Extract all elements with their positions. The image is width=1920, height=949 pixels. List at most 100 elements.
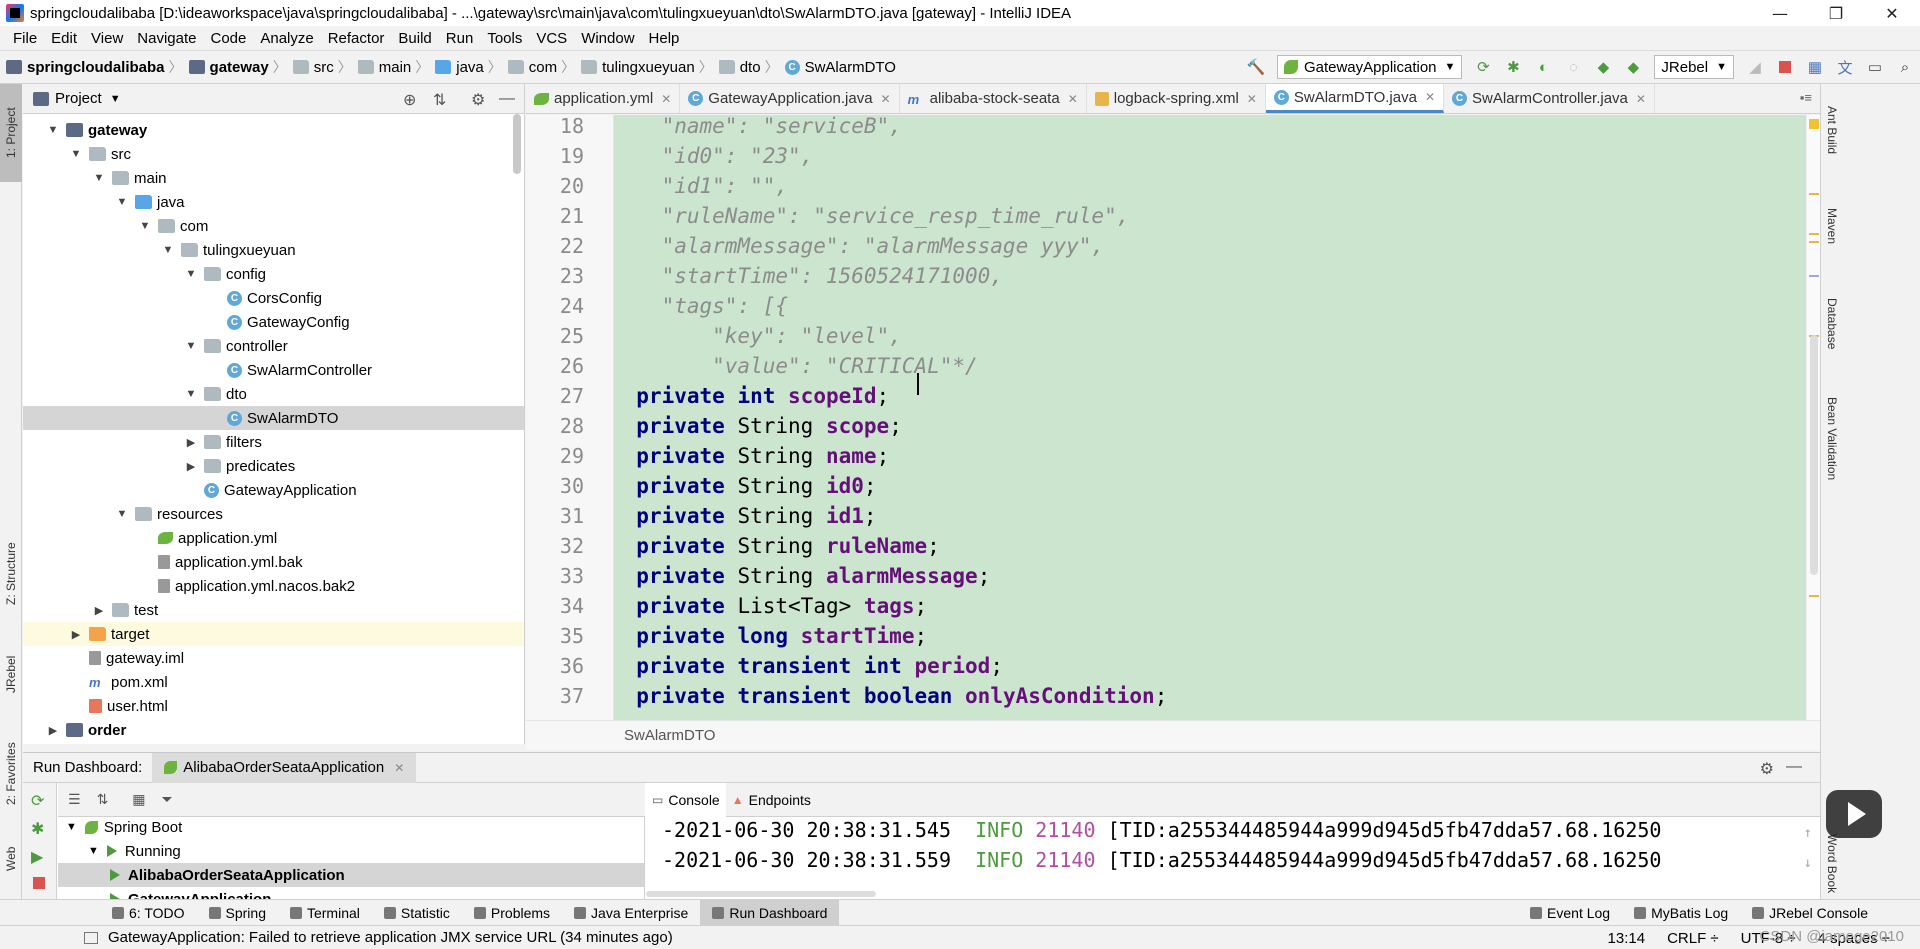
tool-tab-project[interactable]: 1: Project: [0, 84, 22, 182]
tool-tab-jrebel[interactable]: JRebel: [0, 639, 22, 709]
tree-item[interactable]: user.html: [23, 694, 524, 718]
tree-item[interactable]: ▼ com: [23, 214, 524, 238]
run-config-select[interactable]: GatewayApplication ▼: [1276, 55, 1463, 79]
bottom-tool-tab[interactable]: Run Dashboard: [700, 899, 840, 926]
locate-target-icon[interactable]: ⊕: [403, 90, 416, 110]
chevron-down-icon[interactable]: ▼: [69, 148, 83, 160]
editor-tab[interactable]: C SwAlarmDTO.java ✕: [1265, 84, 1445, 113]
scroll-down-icon[interactable]: ↓: [1804, 855, 1812, 871]
close-icon[interactable]: ✕: [1068, 92, 1078, 106]
nav-crumb[interactable]: tulingxueyuan: [575, 59, 699, 76]
run-tab-selected[interactable]: AlibabaOrderSeataApplication ✕: [152, 752, 417, 783]
collapse-all-icon[interactable]: ⇅: [433, 90, 446, 110]
editor-tab[interactable]: C SwAlarmController.java ✕: [1444, 84, 1655, 113]
editor-tab[interactable]: logback-spring.xml ✕: [1087, 84, 1266, 113]
expand-all-icon[interactable]: ☰: [68, 792, 81, 808]
tree-item[interactable]: ▼ tulingxueyuan: [23, 238, 524, 262]
tool-tab-favorites[interactable]: 2: Favorites: [0, 724, 22, 824]
menu-navigate[interactable]: Navigate: [130, 30, 203, 47]
run-tree-item[interactable]: ▼ Running: [58, 839, 644, 863]
filter-icon[interactable]: ⏷: [162, 792, 173, 808]
jrebel-run-icon[interactable]: ◆: [1594, 58, 1612, 76]
tree-item[interactable]: C SwAlarmDTO: [23, 406, 524, 430]
tool-tab-maven[interactable]: Maven: [1821, 196, 1843, 256]
tree-item[interactable]: ▼ config: [23, 262, 524, 286]
rerun-icon[interactable]: ⟳: [1474, 58, 1492, 76]
nav-crumb[interactable]: gateway: [183, 59, 273, 76]
tool-tab-ant-build[interactable]: Ant Build: [1821, 90, 1843, 170]
status-message[interactable]: GatewayApplication: Failed to retrieve a…: [108, 929, 673, 946]
tree-item[interactable]: ▼ gateway: [23, 118, 524, 142]
tab-endpoints[interactable]: ▲ Endpoints: [726, 783, 817, 817]
bottom-tool-tab[interactable]: Statistic: [372, 900, 462, 926]
jrebel-disabled-icon[interactable]: ◢: [1746, 58, 1764, 76]
bottom-tool-tab[interactable]: Terminal: [278, 900, 372, 926]
run-tree-item[interactable]: AlibabaOrderSeataApplication: [58, 863, 644, 887]
close-icon[interactable]: ✕: [881, 92, 891, 106]
stop-icon[interactable]: [33, 877, 45, 889]
bottom-tool-tab[interactable]: MyBatis Log: [1622, 900, 1740, 926]
tree-item[interactable]: ▶ target: [23, 622, 524, 646]
tree-item[interactable]: C SwAlarmController: [23, 358, 524, 382]
close-icon[interactable]: ✕: [1425, 90, 1435, 104]
nav-crumb[interactable]: dto: [713, 59, 765, 76]
tool-tab-structure[interactable]: Z: Structure: [0, 524, 22, 624]
chevron-down-icon[interactable]: ▼: [92, 172, 106, 184]
build-hammer-icon[interactable]: 🔨: [1247, 58, 1266, 76]
nav-crumb[interactable]: main: [352, 59, 416, 76]
chevron-down-icon[interactable]: ▼: [110, 93, 121, 105]
profile-icon[interactable]: ◌: [1564, 58, 1582, 76]
breadcrumb-class[interactable]: SwAlarmDTO: [624, 727, 715, 744]
close-icon[interactable]: ✕: [1247, 92, 1257, 106]
close-button[interactable]: ✕: [1864, 0, 1920, 26]
coverage-icon[interactable]: ◐: [1534, 58, 1552, 76]
code-editor[interactable]: 18 "name": "serviceB", 19 "id0": "23", 20 …: [526, 115, 1820, 720]
menu-view[interactable]: View: [84, 30, 130, 47]
chevron-down-icon[interactable]: ▼: [115, 508, 129, 520]
run-tree-item[interactable]: ▼ Spring Boot: [58, 817, 644, 839]
tree-item[interactable]: ▼ src: [23, 142, 524, 166]
chevron-down-icon[interactable]: ▼: [66, 821, 77, 833]
menu-file[interactable]: File: [6, 30, 44, 47]
chevron-down-icon[interactable]: ▼: [138, 220, 152, 232]
menu-code[interactable]: Code: [203, 30, 253, 47]
chevron-down-icon[interactable]: ▼: [115, 196, 129, 208]
gear-icon[interactable]: ⚙: [471, 90, 485, 110]
menu-vcs[interactable]: VCS: [529, 30, 574, 47]
tool-tab-bean-validation[interactable]: Bean Validation: [1821, 384, 1843, 494]
tree-item[interactable]: ▼ controller: [23, 334, 524, 358]
tree-item[interactable]: application.yml.nacos.bak2: [23, 574, 524, 598]
jrebel-debug-icon[interactable]: ◆: [1624, 58, 1642, 76]
error-stripe[interactable]: [1806, 115, 1820, 720]
scroll-up-icon[interactable]: ↑: [1804, 825, 1812, 841]
tool-tab-database[interactable]: Database: [1821, 284, 1843, 364]
tree-item[interactable]: application.yml.bak: [23, 550, 524, 574]
nav-crumb[interactable]: java: [429, 59, 488, 76]
console-output[interactable]: ↑ ↓ -2021-06-30 20:38:31.545 INFO 21140 …: [646, 817, 1820, 900]
tree-item[interactable]: ▶ order: [23, 718, 524, 742]
rerun-icon[interactable]: ⟳: [31, 791, 44, 810]
tree-item[interactable]: C CorsConfig: [23, 286, 524, 310]
chevron-down-icon[interactable]: ▼: [161, 244, 175, 256]
collapse-all-icon[interactable]: ⇅: [97, 792, 109, 808]
hide-panel-icon[interactable]: —: [499, 90, 515, 108]
tree-item[interactable]: ▼ main: [23, 166, 524, 190]
close-icon[interactable]: ✕: [394, 761, 404, 775]
tree-item[interactable]: ▼ dto: [23, 382, 524, 406]
editor-tab[interactable]: C GatewayApplication.java ✕: [680, 84, 900, 113]
line-separator[interactable]: CRLF ÷: [1667, 930, 1719, 947]
menu-edit[interactable]: Edit: [44, 30, 84, 47]
nav-crumb[interactable]: com: [502, 59, 561, 76]
restore-button[interactable]: ❐: [1808, 0, 1864, 26]
bottom-tool-tab[interactable]: Spring: [197, 900, 278, 926]
chevron-right-icon[interactable]: ▶: [184, 436, 198, 449]
chevron-right-icon[interactable]: ▶: [92, 604, 106, 617]
run-icon[interactable]: ▶: [31, 847, 43, 866]
chevron-down-icon[interactable]: ▼: [184, 388, 198, 400]
toggle-tool-windows-icon[interactable]: [84, 931, 98, 944]
caret-position[interactable]: 13:14: [1608, 930, 1646, 947]
gear-icon[interactable]: ⚙: [1760, 759, 1774, 779]
close-icon[interactable]: ✕: [1636, 92, 1646, 106]
menu-run[interactable]: Run: [439, 30, 481, 47]
menu-help[interactable]: Help: [642, 30, 687, 47]
